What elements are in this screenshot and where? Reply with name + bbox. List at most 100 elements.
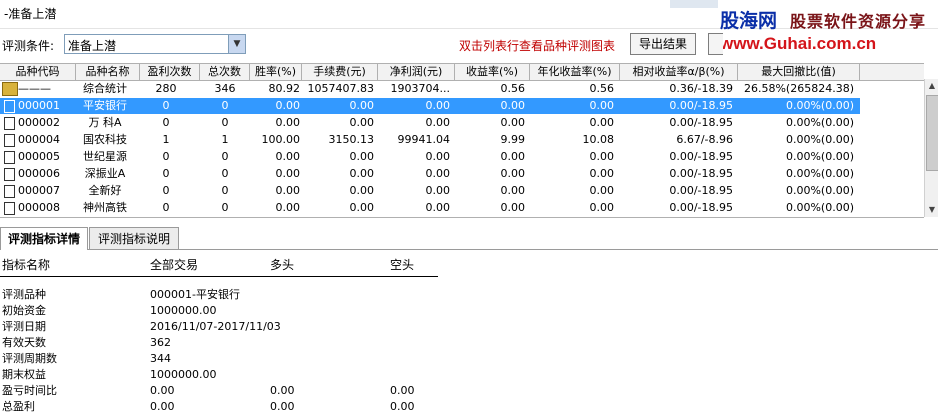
cell-annual: 0.56 [589,82,615,95]
tab-indicator-explanation[interactable]: 评测指标说明 [89,227,179,249]
cell-winrate: 0.00 [275,184,301,197]
detail-label: 有效天数 [2,336,46,349]
cell-ret: 0.00 [500,150,526,163]
cell-fee: 1057407.83 [307,82,374,95]
cell-name: 综合统计 [83,82,127,95]
cell-total: 0 [221,184,229,197]
grid-scrollbar[interactable]: ▲ ▼ [924,79,938,217]
cell-drawdown: 0.00%(0.00) [785,116,854,129]
cell-name: 万 科A [88,116,122,129]
scroll-thumb[interactable] [926,95,938,171]
export-button[interactable]: 导出结果 [630,33,696,55]
cell-code: 000001 [18,99,60,112]
cell-relative: 0.00/-18.95 [669,167,733,180]
table-row[interactable]: 000007 全新好 0 0 0.00 0.00 0.00 0.00 0.00 0.00/-18.… [0,183,860,199]
condition-select[interactable]: 准备上潜 ▼ [64,34,246,54]
cell-wins: 0 [162,150,170,163]
cell-total: 346 [214,82,236,95]
cell-profit: 0.00 [425,167,451,180]
detail-all: 000001-平安银行 [150,288,240,301]
table-row-summary[interactable]: ——— 综合统计 280 346 80.92 1057407.83 1903704... 0.… [0,81,860,97]
table-row[interactable]: 000008 神州高铁 0 0 0.00 0.00 0.00 0.00 0.00 0.00/-18… [0,200,860,216]
column-header[interactable]: 净利润(元) [378,64,455,81]
column-header[interactable]: 手续费(元) [302,64,378,81]
brand-tagline: 股票软件资源分享 [790,12,927,31]
detail-label: 盈亏时间比 [2,384,57,397]
cell-code: 000002 [18,116,60,129]
column-header[interactable]: 收益率(%) [455,64,530,81]
cell-profit: 1903704... [390,82,450,95]
cell-winrate: 0.00 [275,116,301,129]
column-header[interactable]: 盈利次数 [140,64,200,81]
column-header[interactable]: 相对收益率α/β(%) [620,64,738,81]
cell-profit: 99941.04 [397,133,451,146]
column-header[interactable]: 品种代码 [0,64,76,81]
cell-relative: 0.00/-18.95 [669,184,733,197]
cell-wins: 0 [162,167,170,180]
cell-relative: 0.00/-18.95 [669,116,733,129]
detail-long: 0.00 [270,400,295,413]
column-header[interactable]: 胜率(%) [250,64,302,81]
document-icon [4,117,15,130]
cell-total: 0 [221,99,229,112]
cell-relative: 0.00/-18.95 [669,150,733,163]
cell-code: ——— [18,82,51,95]
column-header[interactable]: 品种名称 [76,64,140,81]
detail-row: 有效天数 362 [0,335,600,351]
cell-drawdown: 26.58%(265824.38) [743,82,854,95]
detail-all: 1000000.00 [150,368,217,381]
cell-ret: 0.00 [500,201,526,214]
condition-select-value: 准备上潜 [68,39,117,53]
column-header[interactable]: 总次数 [200,64,250,81]
table-row[interactable]: 000006 深振业A 0 0 0.00 0.00 0.00 0.00 0.00 0.00/-18… [0,166,860,182]
cell-annual: 0.00 [589,99,615,112]
cell-fee: 0.00 [349,150,375,163]
table-row[interactable]: 000005 世纪星源 0 0 0.00 0.00 0.00 0.00 0.00 0.00/-18… [0,149,860,165]
cell-profit: 0.00 [425,184,451,197]
column-header-filler [860,64,924,81]
cell-ret: 0.00 [500,99,526,112]
column-header[interactable]: 年化收益率(%) [530,64,620,81]
cell-annual: 0.00 [589,150,615,163]
cell-annual: 0.00 [589,201,615,214]
brand-url: www.Guhai.com.cn [720,34,877,53]
cell-fee: 0.00 [349,99,375,112]
detail-header-all: 全部交易 [150,258,199,272]
toolbar-fragment [670,0,718,8]
chevron-down-icon[interactable]: ▼ [228,35,245,53]
cell-annual: 10.08 [582,133,615,146]
cell-winrate: 80.92 [268,82,301,95]
detail-header-short: 空头 [390,258,415,272]
cell-relative: 0.00/-18.95 [669,201,733,214]
cell-ret: 0.00 [500,167,526,180]
partial-button[interactable] [708,33,723,55]
detail-label: 期末权益 [2,368,46,381]
cell-total: 0 [221,201,229,214]
detail-header-name: 指标名称 [2,258,51,272]
scroll-down-arrow-icon[interactable]: ▼ [925,203,938,217]
cell-winrate: 0.00 [275,201,301,214]
table-row[interactable]: 000001 平安银行 0 0 0.00 0.00 0.00 0.00 0.00 0.00/-18… [0,98,860,114]
cell-code: 000007 [18,184,60,197]
condition-label: 评测条件: [2,39,55,53]
detail-all: 0.00 [150,384,175,397]
document-icon [4,134,15,147]
cell-drawdown: 0.00%(0.00) [785,167,854,180]
folder-icon [2,82,18,96]
scroll-up-arrow-icon[interactable]: ▲ [925,79,938,93]
cell-drawdown: 0.00%(0.00) [785,133,854,146]
tab-indicator-details[interactable]: 评测指标详情 [0,227,88,250]
window-title: -准备上潜 [4,7,57,21]
cell-name: 国农科技 [83,133,127,146]
detail-long: 0.00 [270,384,295,397]
table-row[interactable]: 000004 国农科技 1 1 100.00 3150.13 99941.04 9.99 10.… [0,132,860,148]
cell-ret: 0.00 [500,184,526,197]
cell-wins: 0 [162,99,170,112]
detail-divider [0,276,438,277]
table-row[interactable]: 000002 万 科A 0 0 0.00 0.00 0.00 0.00 0.00 0.00/-18… [0,115,860,131]
column-header[interactable]: 最大回撤比(值) [738,64,860,81]
cell-wins: 1 [162,133,170,146]
cell-name: 世纪星源 [83,150,127,163]
cell-code: 000005 [18,150,60,163]
cell-fee: 0.00 [349,184,375,197]
